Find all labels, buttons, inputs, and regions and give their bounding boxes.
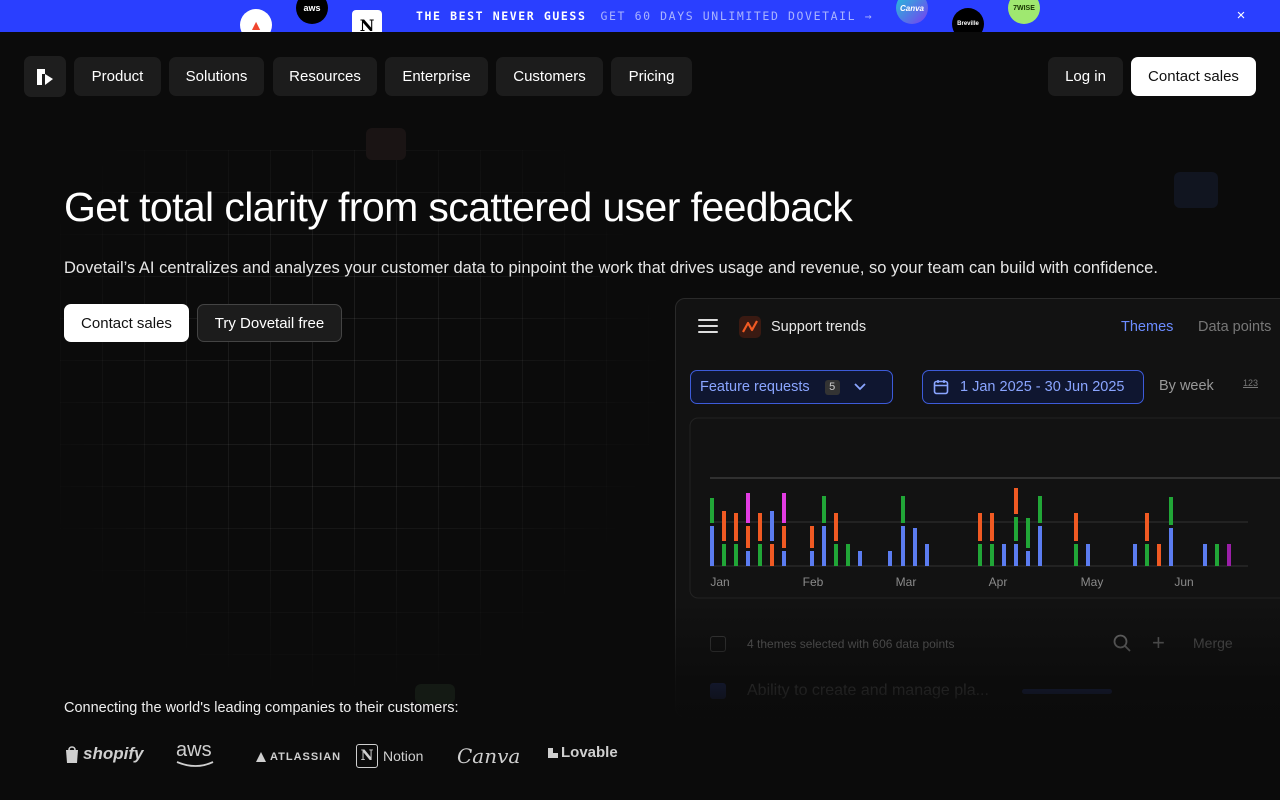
date-range-label: 1 Jan 2025 - 30 Jun 2025 [960, 379, 1125, 395]
contact-sales-nav-button[interactable]: Contact sales [1131, 57, 1256, 96]
trend-icon [739, 316, 761, 338]
nav-product[interactable]: Product [74, 57, 161, 96]
banner-logo-wise: 7WISE [1008, 0, 1040, 24]
nav-product-label: Product [91, 68, 144, 85]
banner-logo-coda: ▲ [240, 9, 272, 32]
filter-count-badge: 5 [824, 379, 840, 395]
banner-logo-breville-text: Breville [957, 21, 979, 27]
nav-customers-label: Customers [513, 68, 586, 85]
feature-requests-filter[interactable]: Feature requests 5 [690, 370, 893, 404]
contact-sales-label: Contact sales [81, 314, 172, 332]
companies-heading: Connecting the world's leading companies… [64, 700, 459, 716]
banner-logo-canva-text: Canva [899, 3, 924, 13]
dashboard-title: Support trends [771, 319, 867, 335]
promo-banner[interactable]: ▲ aws N THE BEST NEVER GUESS GET 60 DAYS … [0, 0, 1280, 32]
close-icon[interactable]: × [1232, 7, 1250, 25]
contact-sales-nav-label: Contact sales [1148, 68, 1239, 85]
contact-sales-button[interactable]: Contact sales [64, 304, 189, 342]
logo-aws-text: aws [176, 739, 212, 761]
hero-subtitle: Dovetail’s AI centralizes and analyzes y… [64, 259, 1158, 277]
hero-title: Get total clarity from scattered user fe… [64, 184, 853, 230]
banner-logo-notion: N [352, 10, 382, 32]
tab-data-points[interactable]: Data points [1198, 319, 1271, 335]
atlassian-mark-icon [256, 752, 266, 762]
date-range-picker[interactable]: 1 Jan 2025 - 30 Jun 2025 [922, 370, 1144, 404]
logo-shopify: shopify [64, 744, 143, 764]
aws-smile-icon [176, 761, 214, 767]
logo-lovable-text: Lovable [561, 744, 618, 761]
nav-customers[interactable]: Customers [496, 57, 603, 96]
nav-pricing[interactable]: Pricing [611, 57, 692, 96]
login-label: Log in [1065, 68, 1106, 85]
search-icon[interactable] [1113, 634, 1131, 652]
nav-solutions-label: Solutions [185, 68, 248, 85]
logo-atlassian-text: ATLASSIAN [270, 751, 342, 763]
menu-icon[interactable] [698, 319, 718, 335]
logo-lovable: Lovable [547, 744, 618, 761]
banner-logo-breville: Breville [952, 8, 984, 32]
number-format-icon[interactable]: 123 [1243, 378, 1258, 388]
banner-message[interactable]: THE BEST NEVER GUESS GET 60 DAYS UNLIMITE… [416, 9, 873, 23]
nav-resources-label: Resources [289, 68, 361, 85]
try-free-button[interactable]: Try Dovetail free [197, 304, 342, 342]
banner-logo-canva: Canva [896, 0, 928, 24]
logo-atlassian: ATLASSIAN [256, 751, 341, 763]
lovable-mark-icon [548, 747, 558, 758]
theme-checkbox[interactable] [710, 683, 726, 699]
chevron-down-icon [853, 383, 866, 391]
theme-row[interactable]: Ability to create and manage pla... [710, 679, 1280, 703]
dovetail-logo[interactable] [24, 56, 66, 97]
banner-headline: THE BEST NEVER GUESS [416, 9, 587, 23]
logo-notion-text: Notion [383, 748, 424, 764]
tab-themes[interactable]: Themes [1121, 319, 1173, 335]
logo-notion: N Notion [356, 744, 423, 768]
dovetail-logo-icon [37, 68, 53, 85]
dashboard-panel: Support trends Themes Data points Featur… [675, 298, 1280, 718]
banner-logo-aws: aws [296, 0, 328, 24]
login-button[interactable]: Log in [1048, 57, 1123, 96]
logo-aws: aws [176, 740, 216, 768]
filter-label: Feature requests [700, 379, 810, 395]
logo-shopify-text: shopify [83, 744, 144, 763]
nav-enterprise[interactable]: Enterprise [385, 57, 488, 96]
notion-mark-icon: N [356, 744, 378, 768]
logo-canva-text: Canva [457, 744, 521, 768]
nav-solutions[interactable]: Solutions [169, 57, 264, 96]
background-grid [60, 150, 680, 710]
try-free-label: Try Dovetail free [214, 314, 325, 332]
ghost-card-blue [1174, 172, 1218, 208]
shopify-bag-icon [66, 745, 78, 763]
nav-pricing-label: Pricing [628, 68, 675, 85]
selection-summary: 4 themes selected with 606 data points [747, 637, 955, 651]
logo-canva: Canva [457, 744, 520, 768]
nav-enterprise-label: Enterprise [402, 68, 471, 85]
theme-label: Ability to create and manage pla... [747, 682, 989, 699]
calendar-icon [933, 380, 949, 395]
merge-button[interactable]: Merge [1193, 635, 1233, 651]
add-icon[interactable]: + [1152, 630, 1165, 656]
granularity-select[interactable]: By week [1159, 378, 1214, 394]
ghost-card-red [366, 128, 406, 160]
select-all-checkbox[interactable] [710, 636, 726, 652]
banner-offer-link[interactable]: GET 60 DAYS UNLIMITED DOVETAIL → [600, 9, 873, 23]
nav-resources[interactable]: Resources [273, 57, 377, 96]
banner-logo-aws-text: aws [303, 3, 321, 13]
theme-volume-bar [1022, 689, 1112, 694]
banner-logo-wise-text: 7WISE [1013, 4, 1035, 12]
